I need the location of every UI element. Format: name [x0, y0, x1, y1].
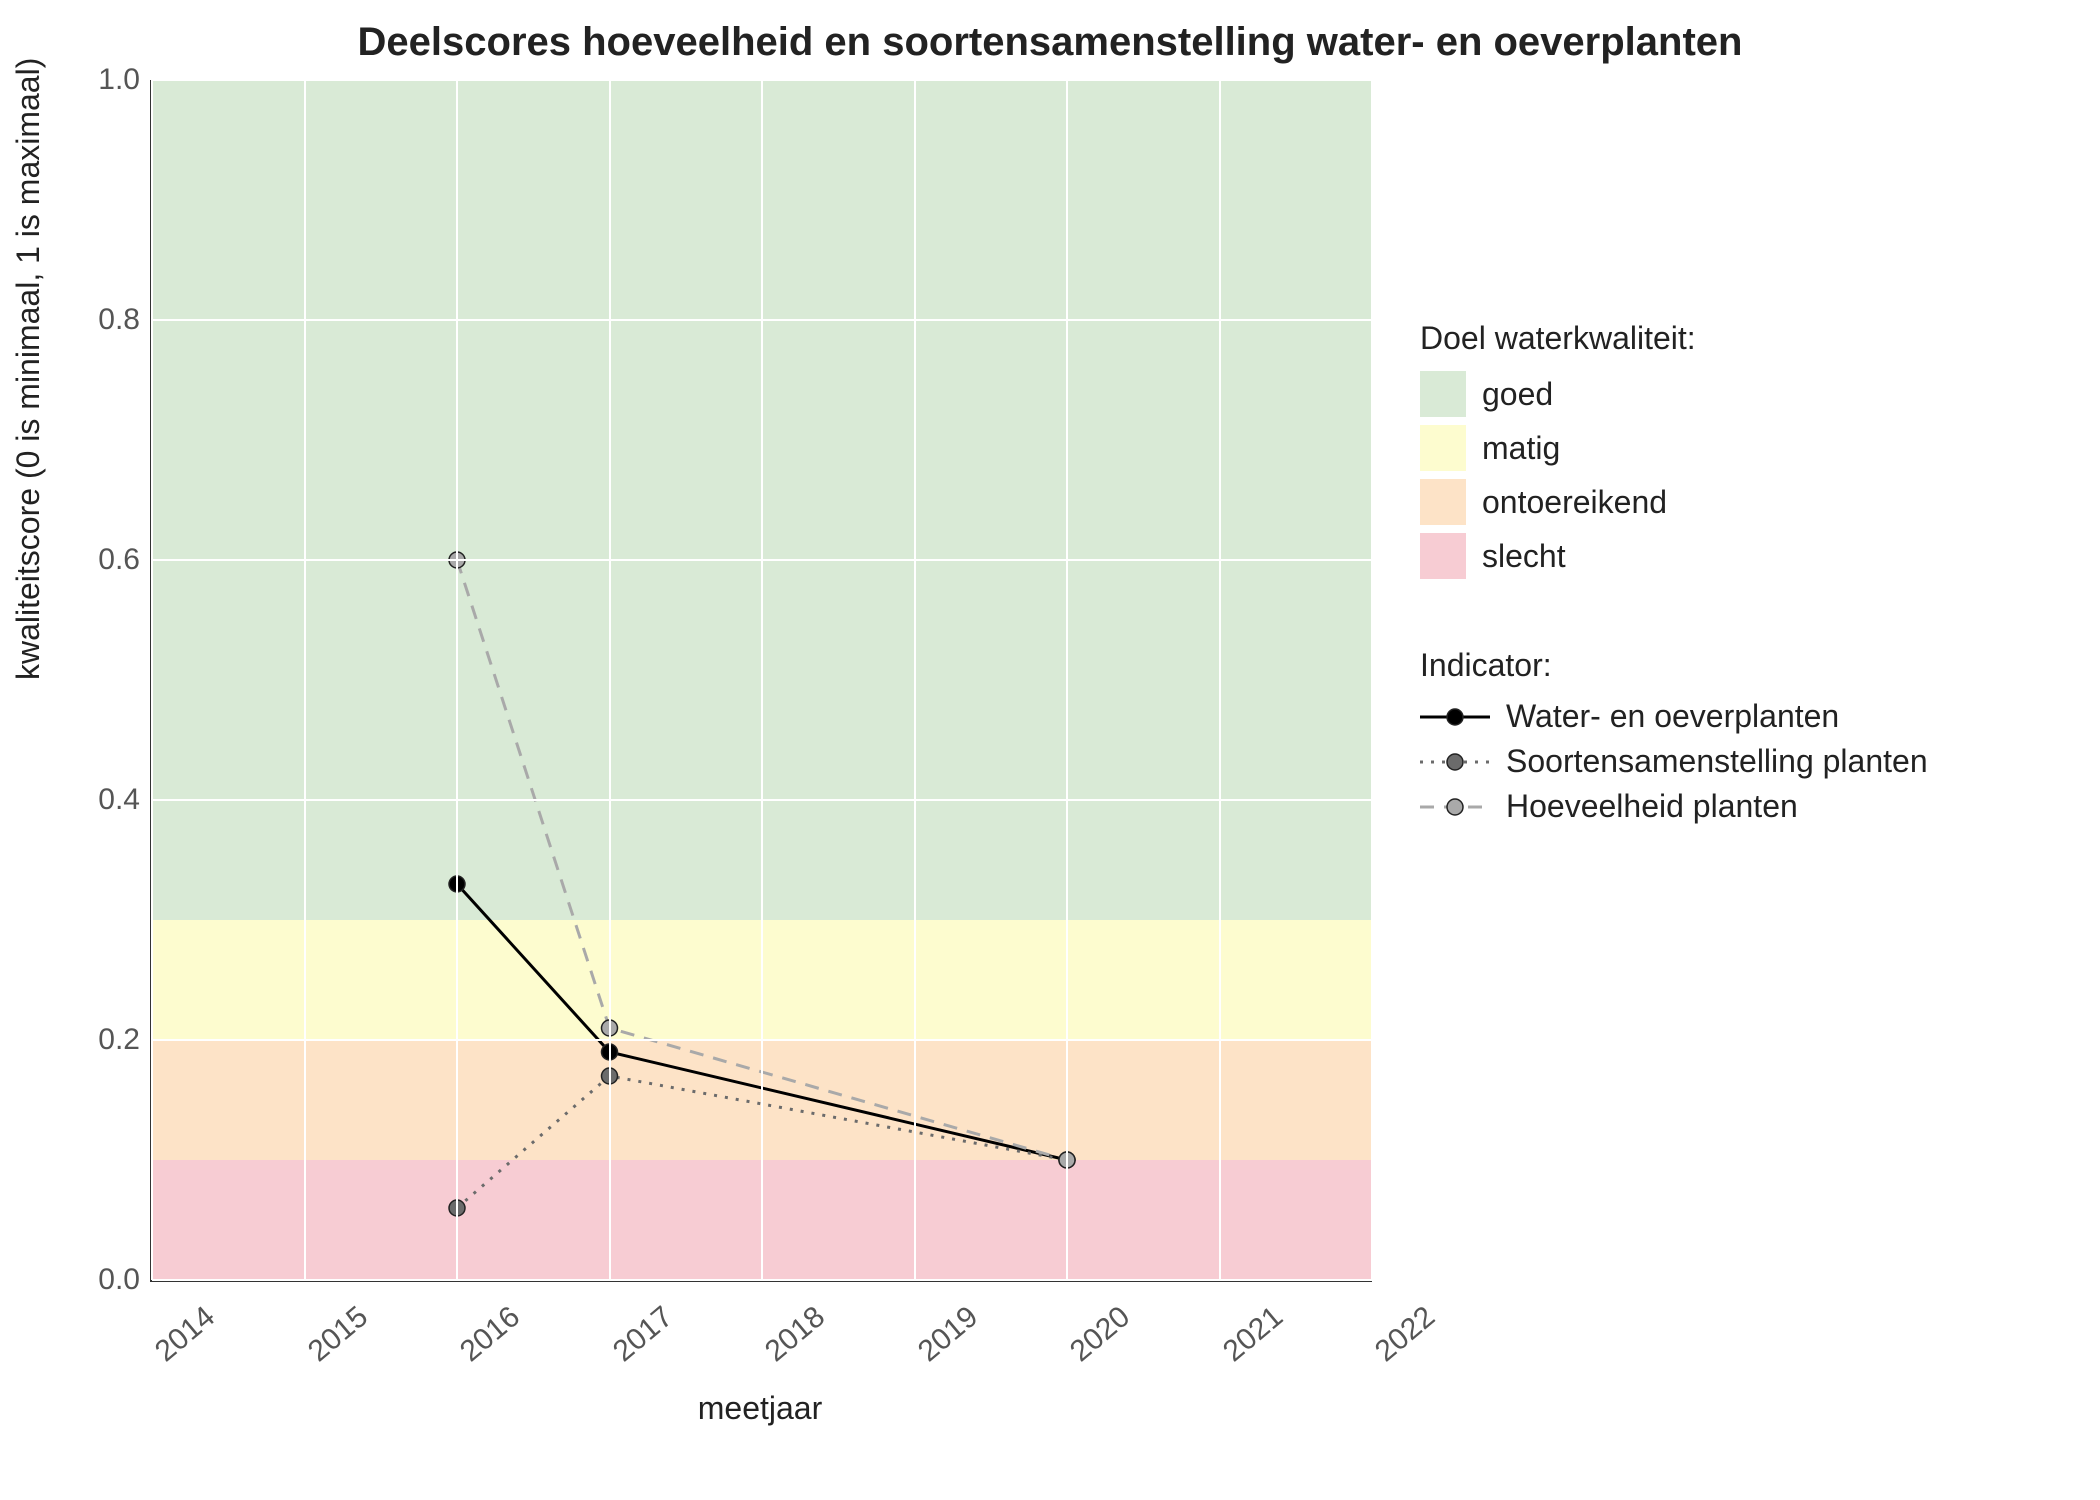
legend-swatch [1420, 533, 1466, 579]
legend-line-sample [1420, 792, 1490, 822]
chart-container: Deelscores hoeveelheid en soortensamenst… [20, 20, 2080, 1480]
y-tick-label: 0.6 [30, 543, 140, 577]
legend-label: goed [1482, 376, 1553, 413]
gridline-v [304, 80, 306, 1280]
chart-title: Deelscores hoeveelheid en soortensamenst… [20, 20, 2080, 65]
legend-band-item: goed [1420, 371, 1928, 417]
y-tick-label: 0.8 [30, 303, 140, 337]
x-axis-label: meetjaar [150, 1390, 1370, 1427]
gridline-v [1371, 80, 1373, 1280]
legend-label: slecht [1482, 538, 1566, 575]
gridline-v [914, 80, 916, 1280]
y-tick-label: 0.2 [30, 1023, 140, 1057]
legend-line-sample [1420, 747, 1490, 777]
legend-line-sample [1420, 702, 1490, 732]
legend-band-item: matig [1420, 425, 1928, 471]
gridline-v [1219, 80, 1221, 1280]
x-tick-label: 2020 [1038, 1300, 1136, 1390]
gridline-v [456, 80, 458, 1280]
legend-swatch [1420, 371, 1466, 417]
legend-series-title: Indicator: [1420, 647, 1928, 684]
legend: Doel waterkwaliteit: goed matig ontoereiken… [1420, 320, 1928, 833]
y-tick-label: 0.0 [30, 1263, 140, 1297]
legend-label: matig [1482, 430, 1560, 467]
gridline-v [151, 80, 153, 1280]
x-tick-label: 2014 [123, 1300, 221, 1390]
x-tick-label: 2019 [886, 1300, 984, 1390]
x-tick-label: 2015 [276, 1300, 374, 1390]
legend-series-item: Hoeveelheid planten [1420, 788, 1928, 825]
gridline-v [609, 80, 611, 1280]
x-tick-label: 2018 [733, 1300, 831, 1390]
x-tick-label: 2017 [581, 1300, 679, 1390]
x-tick-label: 2022 [1343, 1300, 1441, 1390]
legend-band-item: slecht [1420, 533, 1928, 579]
legend-label: ontoereikend [1482, 484, 1667, 521]
gridline-v [761, 80, 763, 1280]
x-tick-label: 2021 [1191, 1300, 1289, 1390]
y-tick-label: 1.0 [30, 63, 140, 97]
legend-series-item: Water- en oeverplanten [1420, 698, 1928, 735]
plot-area [150, 80, 1372, 1282]
y-axis-label: kwaliteitscore (0 is minimaal, 1 is maxi… [10, 58, 47, 680]
gridline-v [1066, 80, 1068, 1280]
legend-swatch [1420, 425, 1466, 471]
legend-label: Water- en oeverplanten [1506, 698, 1839, 735]
legend-band-title: Doel waterkwaliteit: [1420, 320, 1928, 357]
legend-label: Soortensamenstelling planten [1506, 743, 1928, 780]
legend-series-item: Soortensamenstelling planten [1420, 743, 1928, 780]
legend-band-item: ontoereikend [1420, 479, 1928, 525]
legend-swatch [1420, 479, 1466, 525]
legend-label: Hoeveelheid planten [1506, 788, 1798, 825]
y-tick-label: 0.4 [30, 783, 140, 817]
x-tick-label: 2016 [428, 1300, 526, 1390]
